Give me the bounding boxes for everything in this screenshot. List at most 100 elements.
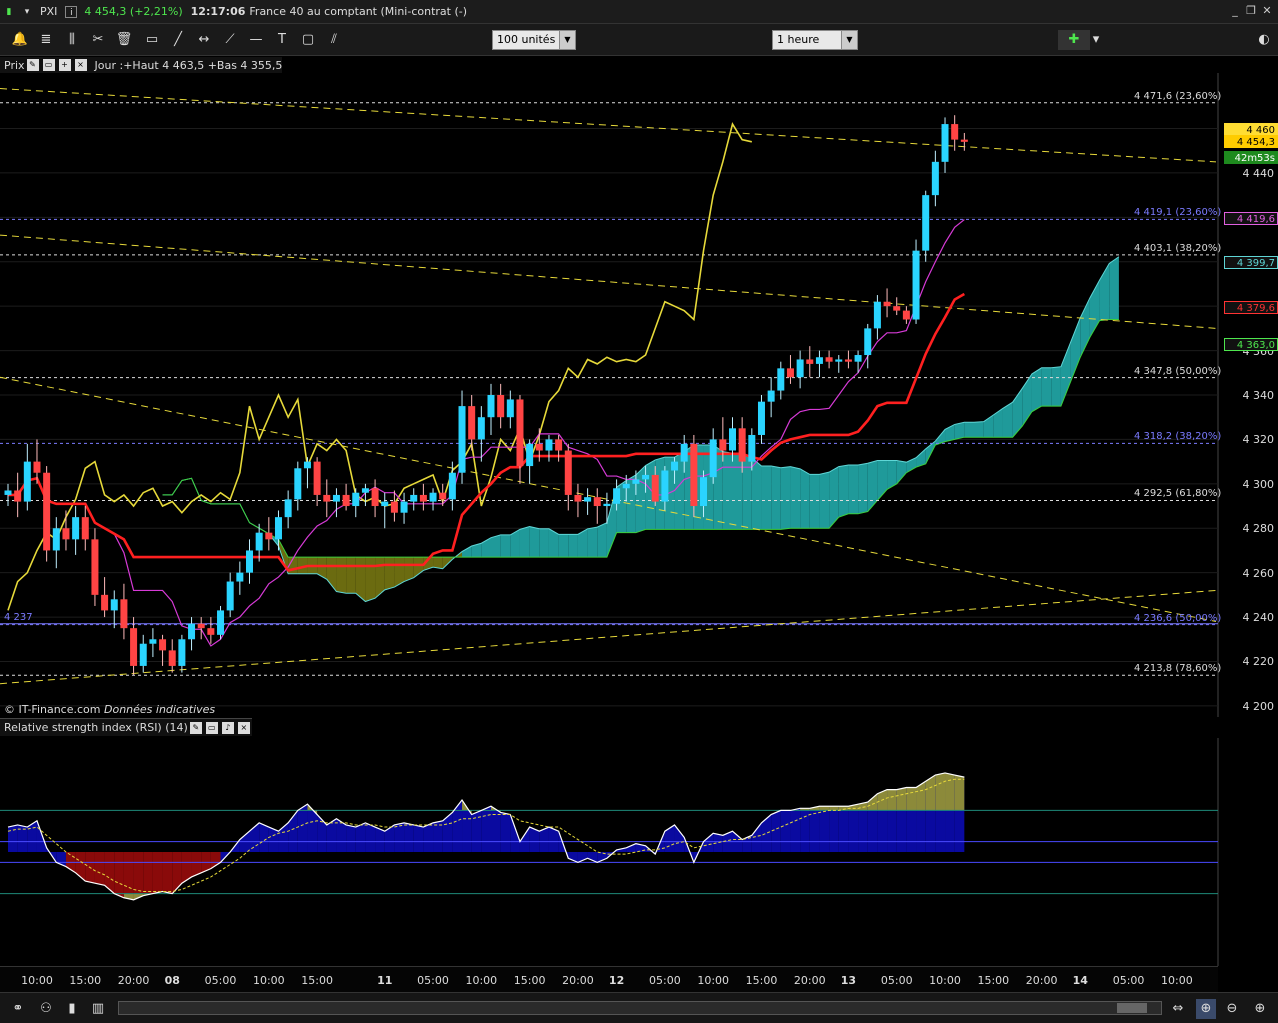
channel-icon[interactable]: ⫽ [324,30,344,50]
text-icon[interactable]: T [272,30,292,50]
cloud-segment [365,557,376,602]
restore-icon[interactable]: ❐ [1244,4,1258,18]
candle-body [680,443,688,462]
candle-body [835,359,843,362]
period-select[interactable]: 1 heure ▼ [772,30,858,50]
remove-icon[interactable]: × [74,59,87,71]
candle-body [101,594,109,611]
candle-body [468,406,476,440]
cloud-segment [809,474,820,529]
remove-icon[interactable]: × [237,721,250,734]
fib-fan-icon[interactable]: ⫼ [62,30,82,50]
price-tick-label: 4 320 [1242,433,1275,447]
wrench-icon[interactable]: ✎ [189,721,202,734]
chevron-down-icon[interactable]: ▾ [1090,30,1102,50]
wrench-icon[interactable]: ✎ [26,59,39,71]
add-icon[interactable]: + [58,59,71,71]
rsi-overbought-fill [896,787,907,811]
candle-body [332,494,340,502]
trend-line-icon[interactable]: ⟋ [220,30,240,50]
partial-price-tag: 4 460 [1224,122,1278,136]
rsi-fill [394,822,405,852]
rsi-fill [780,810,791,852]
candle-body [352,492,360,507]
bell-icon[interactable]: ♪ [221,721,234,734]
candle-body [33,461,41,473]
close-icon[interactable]: ✕ [1260,4,1274,18]
frame-icon[interactable]: ▢ [298,30,318,50]
window-icon[interactable]: ▭ [42,59,55,71]
candle-body [922,195,930,251]
last-price-tag: 4 454,3 [1224,135,1278,149]
tenkan-price-tag: 4 399,7 [1224,256,1278,270]
cloud-price-tag: 4 363,0 [1224,337,1278,351]
candle-body [622,483,630,489]
zoom-area-icon[interactable]: ⊕ [1196,999,1216,1019]
candle-body [43,472,51,551]
overlay-icon[interactable]: ◐ [1254,30,1274,50]
cloud-segment [771,466,781,530]
line-icon[interactable]: ╱ [168,30,188,50]
time-scrollbar[interactable] [118,1001,1162,1015]
candle-body [584,497,592,502]
horizontal-level-label: 4 237 [4,611,33,623]
rsi-fill [297,804,308,852]
candle-body [902,310,910,320]
candle-body [757,401,765,435]
scroll-thumb[interactable] [1117,1003,1147,1013]
dropdown-arrow-icon[interactable]: ▾ [21,6,33,18]
cloud-segment [790,466,801,529]
cloud-segment [346,557,356,594]
kijun-price-tag: 4 419,6 [1224,212,1278,226]
zoom-out-icon[interactable]: ⊖ [1222,999,1242,1019]
time-label: 05:00 [1112,974,1145,987]
fibonacci-label: 4 419,1 (23,60%) [1134,207,1222,219]
cloud-segment [742,454,752,530]
rectangle-icon[interactable]: ▭ [142,30,162,50]
candle-body [188,623,196,640]
rsi-fill [355,822,366,852]
candle-body [883,301,891,307]
zoom-in-icon[interactable]: ⚭ [8,999,28,1019]
zoom-icon[interactable]: ⊕ [1250,999,1270,1019]
window-icon[interactable]: ▭ [205,721,218,734]
price-tick-label: 4 240 [1242,611,1275,625]
time-label: 20:00 [1025,974,1058,987]
fit-icon[interactable]: ⇔ [1168,999,1188,1019]
units-select[interactable]: 100 unités ▼ [492,30,576,50]
cloud-segment [1041,367,1052,407]
horizontal-line-icon[interactable]: — [246,30,266,50]
candle-body [294,468,302,500]
candle-body [439,492,447,500]
rsi-overbought-fill [935,772,946,811]
time-label: 10:00 [1161,974,1193,987]
minimize-icon[interactable]: _ [1228,4,1242,18]
instrument-name: France 40 au comptant (Mini-contrat (-) [249,5,468,18]
horizontal-arrow-icon[interactable]: ↔ [194,30,214,50]
rsi-chart[interactable] [0,738,1278,966]
cloud-segment [1031,367,1042,412]
rsi-fill [8,824,18,852]
fibonacci-icon[interactable]: ≣ [36,30,56,50]
candles-icon[interactable]: ▮ [62,999,82,1019]
price-chart[interactable] [0,73,1278,717]
candle-body [226,581,234,611]
day-label: 08 [164,974,180,987]
trash-icon[interactable]: 🗑 [114,30,134,50]
candle-body [535,443,543,451]
add-indicator-icon[interactable]: ✚ [1058,30,1090,50]
period-select-value: 1 heure [777,33,820,46]
tools-icon[interactable]: ✂ [88,30,108,50]
info-icon[interactable]: i [65,5,78,18]
day-label: 11 [377,974,393,987]
price-tick-label: 4 220 [1242,655,1275,669]
countdown-tag: 42m53s [1224,151,1278,165]
bars-icon[interactable]: ▥ [88,999,108,1019]
link-icon[interactable]: ⚇ [36,999,56,1019]
rsi-fill [413,824,424,852]
alarm-icon[interactable]: 🔔 [10,30,30,50]
cloud-segment [539,528,549,558]
candle-body [217,610,225,635]
title-bar: ▮ ▾ PXI i 4 454,3 (+2,21%) 12:17:06 Fran… [0,0,1278,24]
candle-body [497,395,505,418]
